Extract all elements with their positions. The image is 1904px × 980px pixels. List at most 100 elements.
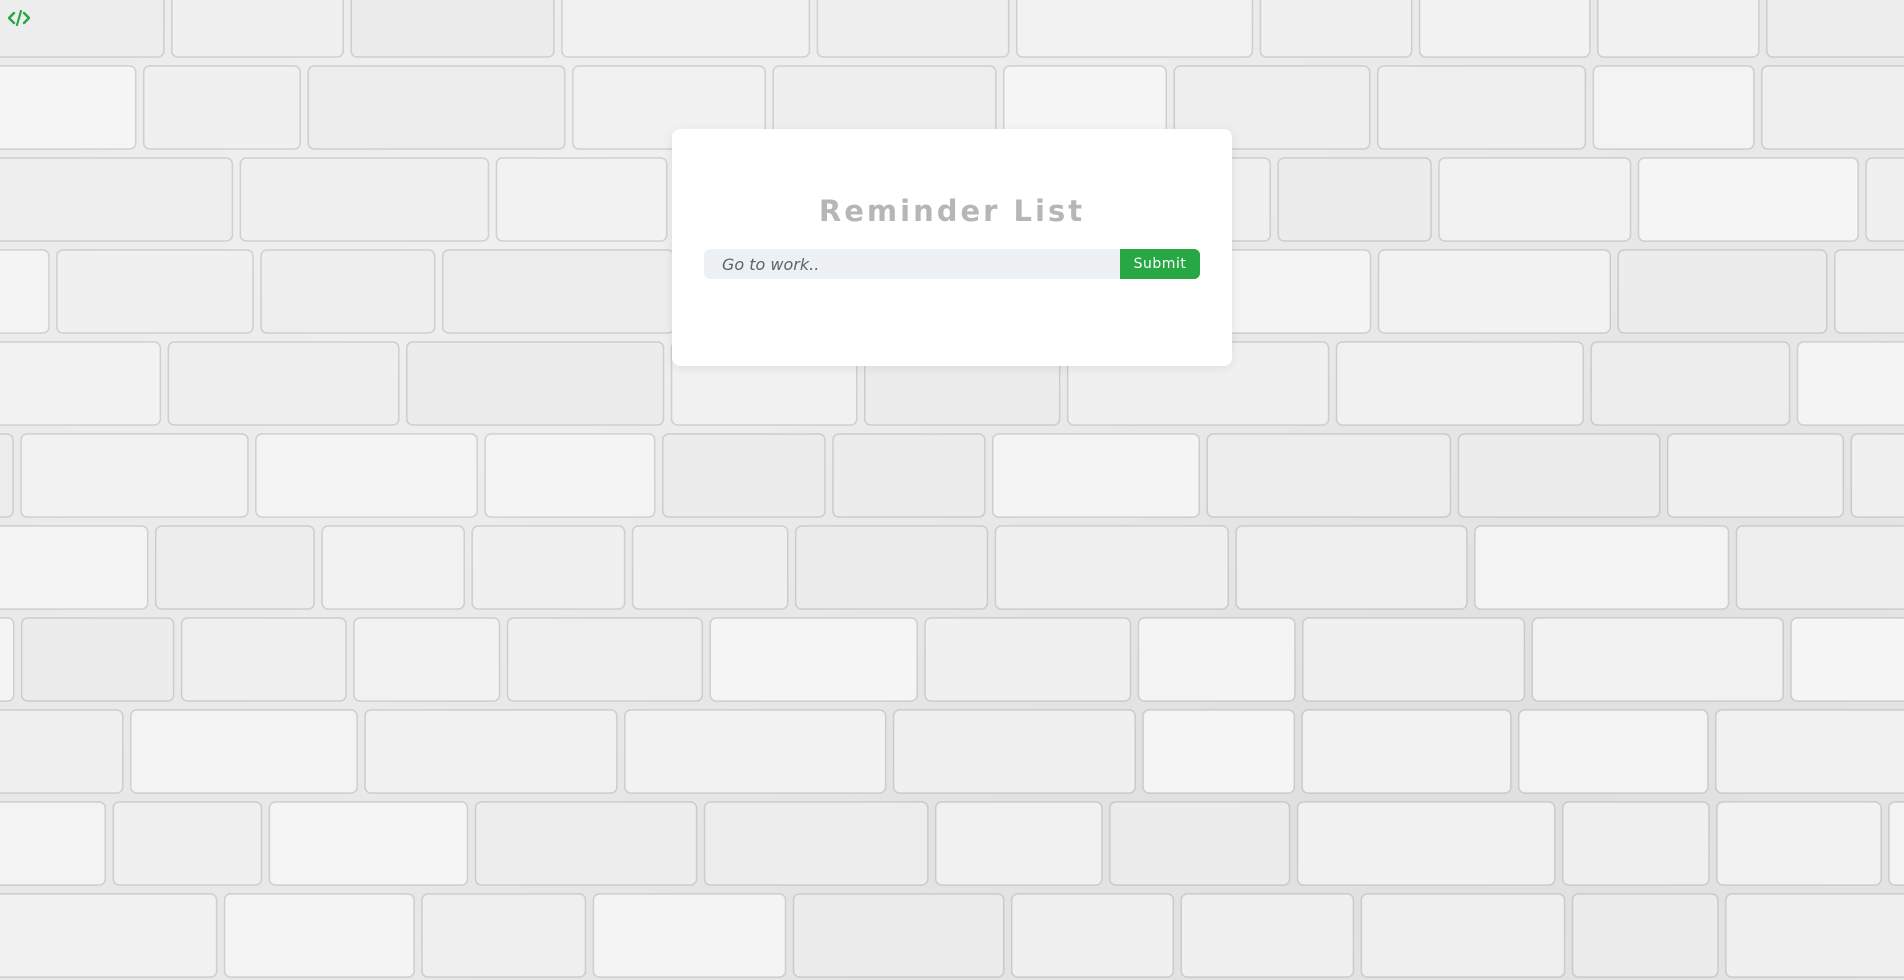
brick (268, 801, 469, 886)
brick (1438, 157, 1632, 242)
brick (1834, 249, 1904, 334)
brick (1666, 433, 1845, 518)
brick (112, 801, 263, 886)
brick (255, 433, 478, 518)
reminder-card: Reminder List Submit (672, 129, 1232, 366)
brick (1418, 0, 1591, 58)
brick (350, 0, 555, 58)
brick (56, 249, 254, 334)
brick (1301, 709, 1512, 794)
brick (0, 709, 124, 794)
brick (631, 525, 789, 610)
brick (1474, 525, 1730, 610)
brick (1235, 525, 1468, 610)
brick (792, 893, 1005, 978)
brick (1109, 801, 1291, 886)
brick (1335, 341, 1584, 426)
brick (1790, 617, 1904, 702)
brick (223, 893, 415, 978)
brick (1592, 65, 1755, 150)
brick (129, 709, 358, 794)
brick (892, 709, 1136, 794)
brick (364, 709, 618, 794)
brick (1725, 893, 1904, 978)
brick (1715, 709, 1904, 794)
brick (1302, 617, 1526, 702)
brick (1206, 433, 1452, 518)
brick (992, 433, 1200, 518)
brick (0, 249, 50, 334)
brick (661, 433, 826, 518)
brick (0, 617, 15, 702)
brick (307, 65, 566, 150)
brick (0, 157, 234, 242)
brick (0, 433, 14, 518)
brick (1796, 341, 1904, 426)
brick (561, 0, 811, 58)
brick (1137, 617, 1296, 702)
brick (239, 157, 490, 242)
brick (1376, 65, 1587, 150)
brick (994, 525, 1229, 610)
brick (816, 0, 1010, 58)
brick (703, 801, 929, 886)
brick (167, 341, 400, 426)
brick (1766, 0, 1904, 58)
submit-button[interactable]: Submit (1120, 249, 1200, 279)
brick (1850, 433, 1904, 518)
brick (441, 249, 675, 334)
brick (484, 433, 656, 518)
brick (924, 617, 1132, 702)
brick (353, 617, 501, 702)
brick (0, 893, 218, 978)
brick (171, 0, 344, 58)
brick (1360, 893, 1566, 978)
brick (1716, 801, 1882, 886)
brick (1597, 0, 1760, 58)
brick (0, 525, 149, 610)
brick (624, 709, 887, 794)
brick (709, 617, 918, 702)
brick (0, 341, 162, 426)
brick (1296, 801, 1556, 886)
brick (832, 433, 986, 518)
brick (1518, 709, 1709, 794)
brick (1015, 0, 1254, 58)
brick (20, 617, 175, 702)
reminder-input[interactable] (704, 249, 1120, 279)
brick (1561, 801, 1710, 886)
brick (260, 249, 436, 334)
brick (1637, 157, 1859, 242)
brick (180, 617, 347, 702)
brick (321, 525, 465, 610)
brick (471, 525, 626, 610)
brick (154, 525, 315, 610)
brick (592, 893, 787, 978)
brick (1888, 801, 1904, 886)
brick (474, 801, 698, 886)
brick (142, 65, 301, 150)
brick (1277, 157, 1432, 242)
brick (1590, 341, 1791, 426)
brick (421, 893, 587, 978)
brick (1735, 525, 1904, 610)
brick (1761, 65, 1904, 150)
brick (1571, 893, 1719, 978)
brick (506, 617, 704, 702)
brick (0, 65, 137, 150)
brick (1180, 893, 1355, 978)
brick (1377, 249, 1611, 334)
brick (1010, 893, 1175, 978)
brick (1617, 249, 1828, 334)
brick (20, 433, 249, 518)
brick (1259, 0, 1413, 58)
brick (1531, 617, 1784, 702)
brick (0, 801, 106, 886)
brick (1142, 709, 1295, 794)
brick (935, 801, 1103, 886)
code-icon[interactable] (7, 9, 31, 27)
card-title: Reminder List (818, 194, 1086, 228)
brick (794, 525, 989, 610)
reminder-form: Submit (704, 249, 1200, 279)
brick (495, 157, 668, 242)
